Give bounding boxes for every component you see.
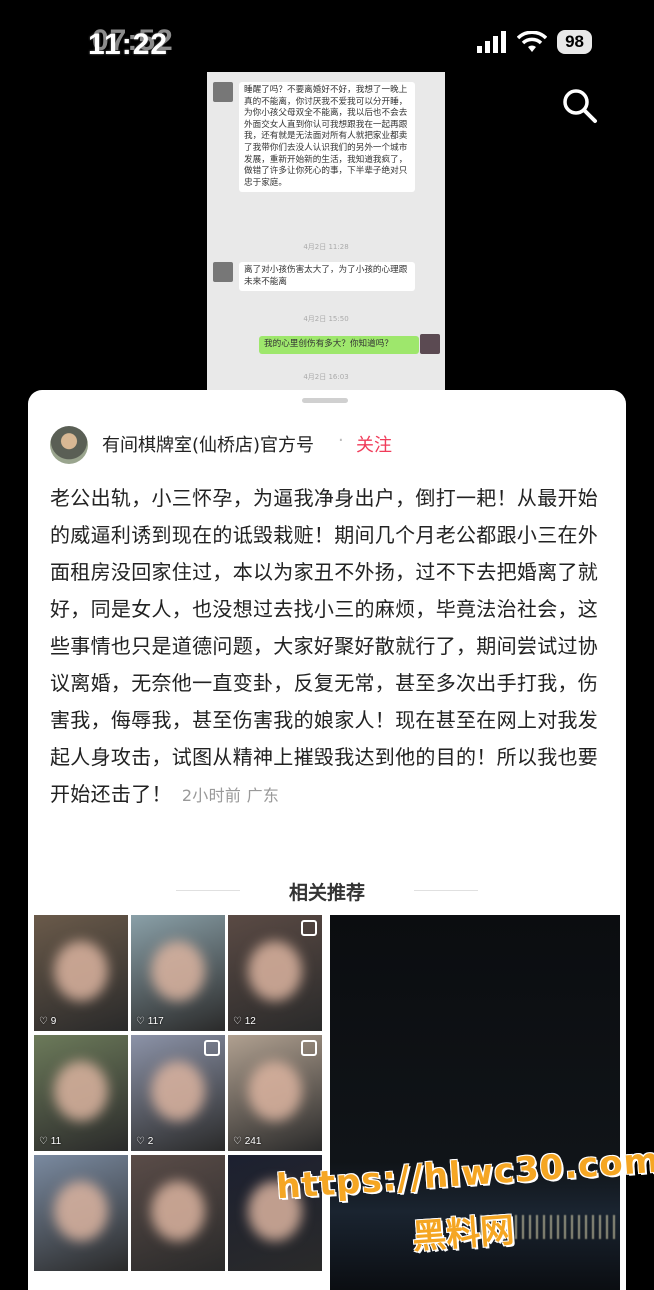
like-count: ♡ 117 bbox=[136, 1016, 164, 1027]
author-name[interactable]: 有间棋牌室(仙桥店)官方号 bbox=[102, 431, 314, 457]
related-thumbnail[interactable]: ♡ 9 bbox=[34, 915, 128, 1031]
multi-image-icon bbox=[204, 1040, 220, 1056]
author-avatar[interactable] bbox=[50, 426, 88, 464]
search-icon bbox=[563, 89, 597, 123]
search-button[interactable] bbox=[560, 86, 600, 126]
battery-indicator: 98 bbox=[557, 30, 592, 54]
related-thumbnail[interactable]: ♡ 241 bbox=[228, 1035, 322, 1151]
blurred-face bbox=[248, 941, 302, 1001]
post-meta: 2小时前 广东 bbox=[181, 786, 280, 805]
like-count: ♡ 2 bbox=[136, 1136, 154, 1147]
like-count: ♡ 9 bbox=[39, 1016, 57, 1027]
blurred-face bbox=[248, 1061, 302, 1121]
chat-avatar bbox=[213, 82, 233, 102]
wifi-icon bbox=[517, 31, 548, 52]
separator-dot: · bbox=[338, 430, 344, 451]
blurred-face bbox=[54, 1061, 108, 1121]
grab-handle[interactable] bbox=[302, 398, 348, 403]
related-thumbnail[interactable]: ♡ 2 bbox=[131, 1035, 225, 1151]
blurred-face bbox=[151, 1061, 205, 1121]
chat-timestamp: 4月2日 15:50 bbox=[303, 315, 349, 323]
post-body: 老公出轨，小三怀孕，为逼我净身出户，倒打一耙！从最开始的威逼利诱到现在的诋毁栽赃… bbox=[50, 480, 610, 814]
like-count: ♡ 241 bbox=[233, 1136, 262, 1147]
blurred-face bbox=[151, 941, 205, 1001]
related-thumbnail[interactable] bbox=[34, 1155, 128, 1271]
related-thumbnail[interactable]: ♡ 12 bbox=[228, 915, 322, 1031]
chat-avatar-self bbox=[420, 334, 440, 354]
status-icons: 98 bbox=[477, 30, 592, 54]
chat-timestamp: 4月2日 11:28 bbox=[303, 243, 349, 251]
related-title: 相关推荐 bbox=[28, 878, 626, 905]
blurred-face bbox=[151, 1181, 205, 1241]
status-time: 11:22 bbox=[88, 28, 169, 61]
follow-button[interactable]: 关注 bbox=[356, 431, 392, 457]
chat-avatar bbox=[213, 262, 233, 282]
watermark-name: 黑料网 bbox=[410, 1210, 516, 1258]
related-thumbnail[interactable] bbox=[131, 1155, 225, 1271]
signal-icon bbox=[477, 31, 507, 53]
multi-image-icon bbox=[301, 920, 317, 936]
blurred-face bbox=[54, 941, 108, 1001]
chat-bubble-self: 我的心里创伤有多大？你知道吗？ bbox=[259, 336, 419, 354]
chat-bubble: 离了对小孩伤害太大了，为了小孩的心理跟未来不能离 bbox=[239, 262, 415, 292]
post-body-text: 老公出轨，小三怀孕，为逼我净身出户，倒打一耙！从最开始的威逼利诱到现在的诋毁栽赃… bbox=[50, 486, 599, 806]
chat-timestamp: 4月2日 16:03 bbox=[303, 373, 349, 381]
like-count: ♡ 12 bbox=[233, 1016, 256, 1027]
multi-image-icon bbox=[301, 1040, 317, 1056]
related-thumbnail[interactable]: ♡ 117 bbox=[131, 915, 225, 1031]
like-count: ♡ 11 bbox=[39, 1136, 62, 1147]
blurred-face bbox=[54, 1181, 108, 1241]
chat-bubble: 睡醒了吗？不要离婚好不好，我想了一晚上真的不能离，你讨厌我不爱我可以分开睡，为你… bbox=[239, 82, 415, 193]
related-thumbnail[interactable]: ♡ 11 bbox=[34, 1035, 128, 1151]
chat-screenshot-image[interactable]: 睡醒了吗？不要离婚好不好，我想了一晚上真的不能离，你讨厌我不爱我可以分开睡，为你… bbox=[207, 72, 445, 390]
